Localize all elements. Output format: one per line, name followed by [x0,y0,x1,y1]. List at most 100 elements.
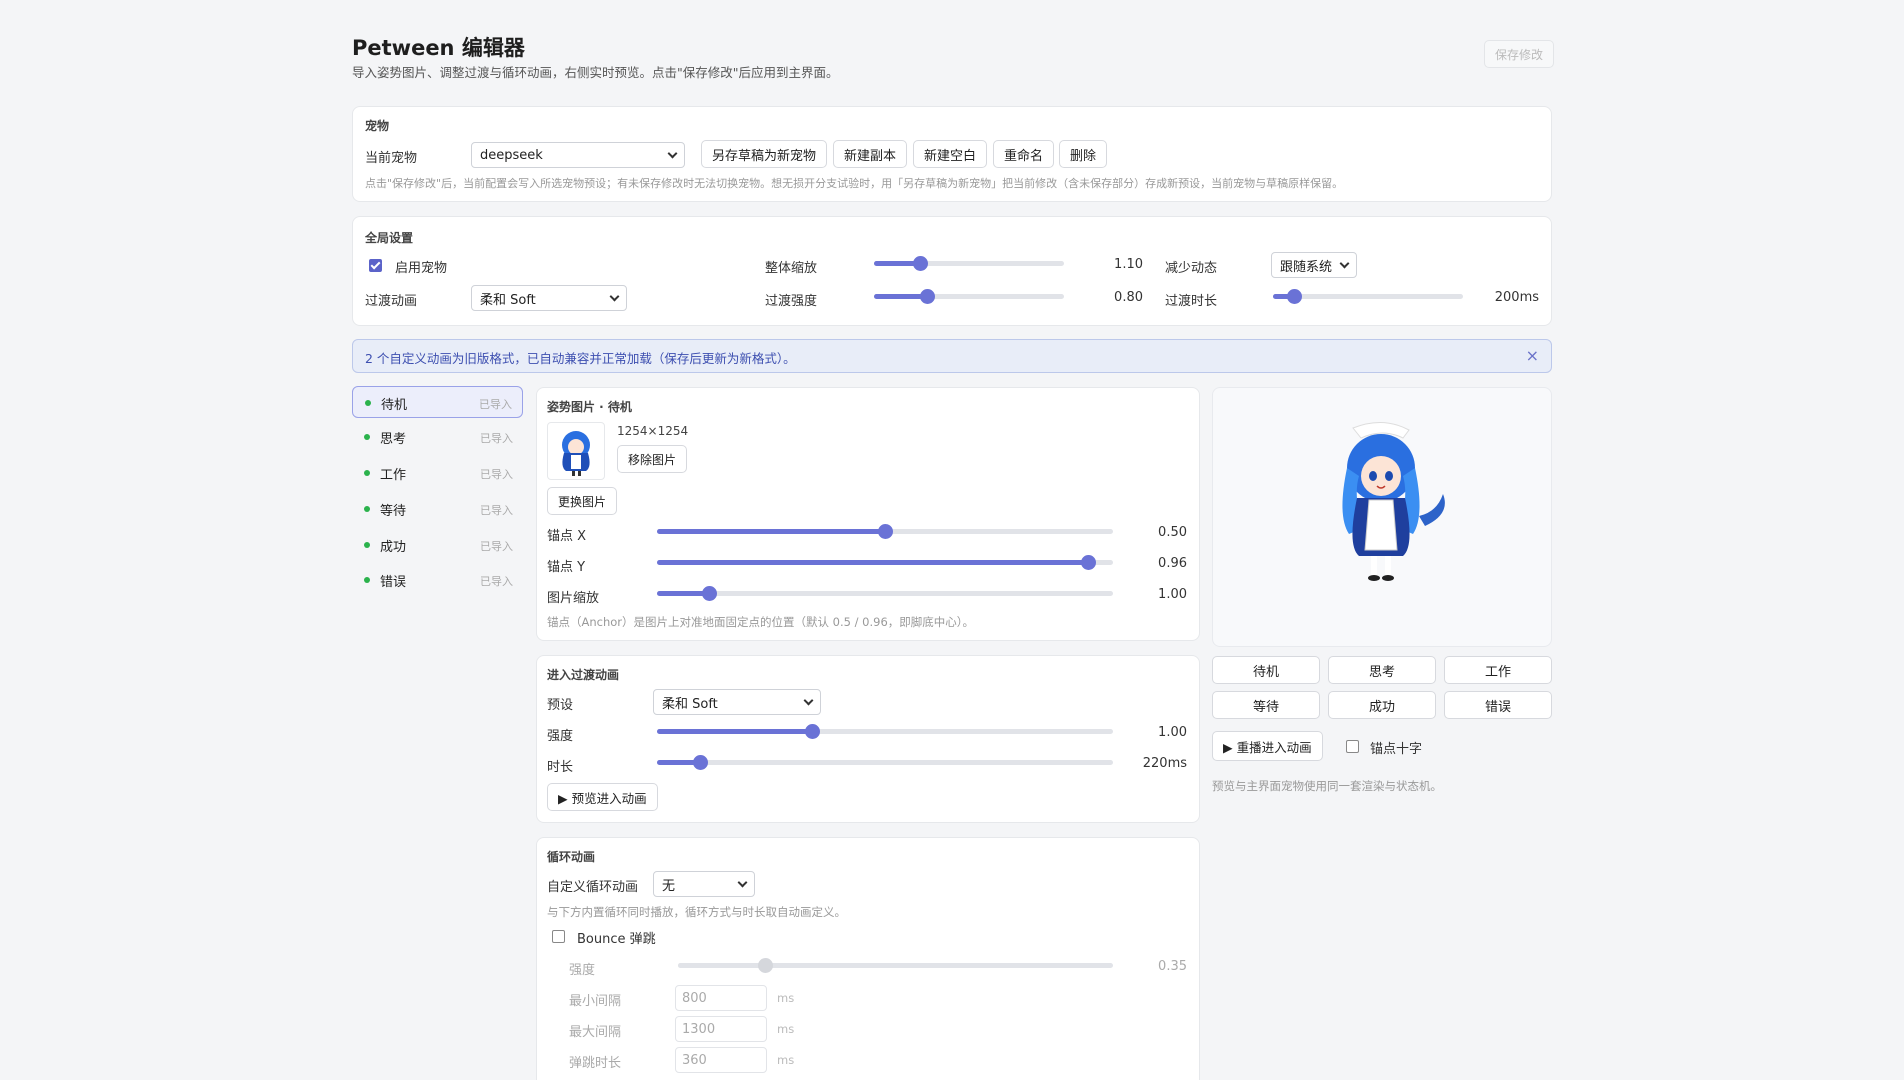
enable-pet-label: 启用宠物 [395,261,448,276]
pose-section-title: 姿势图片 · 待机 [547,400,632,414]
ms-unit: ms [777,1053,795,1067]
anchor-y-label: 锚点 Y [547,560,586,575]
status-dot [365,400,371,406]
bounce-strength-value: 0.35 [1158,959,1187,974]
slider-thumb[interactable] [693,755,709,770]
preview-state-button-success[interactable]: 成功 [1328,691,1436,719]
current-pet-value: deepseek [480,147,543,163]
preview-hint: 预览与主界面宠物使用同一套渲染与状态机。 [1212,779,1442,793]
duplicate-pet-button[interactable]: 新建副本 [833,140,908,168]
state-tag: 已导入 [480,575,513,588]
reduce-motion-label: 减少动态 [1165,261,1218,276]
state-name: 思考 [380,432,407,447]
slider-thumb[interactable] [1081,555,1097,570]
slider-thumb[interactable] [920,289,936,304]
replace-image-button[interactable]: 更换图片 [547,487,618,515]
strength-value: 0.80 [1114,290,1143,305]
enable-pet-checkbox[interactable] [369,259,382,272]
current-pet-label: 当前宠物 [365,151,418,166]
state-item-success[interactable]: 成功 已导入 [352,529,523,561]
strength-label: 过渡强度 [765,294,818,309]
custom-loop-select[interactable]: 无 [653,871,755,897]
loop-section-title: 循环动画 [547,850,596,864]
state-item-working[interactable]: 工作 已导入 [352,457,523,489]
loop-hint: 与下方内置循环同时播放，循环方式与时长取自动画定义。 [547,905,846,919]
preview-state-button-error[interactable]: 错误 [1444,691,1552,719]
loop-animation-card: 循环动画 自定义循环动画 无 与下方内置循环同时播放，循环方式与时长取自动画定义… [536,837,1200,1080]
alert-text: 2 个自定义动画为旧版格式，已自动兼容并正常加载（保存后更新为新格式）。 [365,351,796,366]
image-scale-slider[interactable] [657,582,1113,604]
crosshair-checkbox[interactable] [1346,740,1359,753]
preview-state-button-idle[interactable]: 待机 [1212,656,1320,684]
preview-state-button-thinking[interactable]: 思考 [1328,656,1436,684]
new-blank-pet-button[interactable]: 新建空白 [913,140,988,168]
enter-duration-slider[interactable] [657,751,1113,773]
chevron-down-icon [1339,258,1350,268]
image-size: 1254×1254 [617,424,689,438]
page-title: Petween 编辑器 [352,36,525,60]
state-tag: 已导入 [480,468,513,481]
save-button[interactable]: 保存修改 [1484,40,1555,68]
anchor-x-label: 锚点 X [547,529,587,544]
anchor-y-slider[interactable] [657,551,1113,573]
duration-value: 200ms [1494,290,1539,305]
delete-pet-button[interactable]: 删除 [1059,140,1108,168]
preview-state-button-working[interactable]: 工作 [1444,656,1552,684]
min-interval-input[interactable]: 800 [675,985,767,1011]
page-subtitle: 导入姿势图片、调整过渡与循环动画，右侧实时预览。点击"保存修改"后应用到主界面。 [352,65,839,80]
state-name: 工作 [380,468,407,483]
enter-duration-label: 时长 [547,760,574,775]
state-item-waiting[interactable]: 等待 已导入 [352,493,523,525]
state-item-thinking[interactable]: 思考 已导入 [352,421,523,453]
enter-preset-select[interactable]: 柔和 Soft [653,689,821,715]
slider-thumb[interactable] [1286,289,1302,304]
state-item-error[interactable]: 错误 已导入 [352,564,523,596]
enter-preset-label: 预设 [547,698,574,713]
ms-unit: ms [777,1022,795,1036]
slider-thumb[interactable] [878,524,893,539]
state-tag: 已导入 [479,398,512,411]
preview-enter-button[interactable]: ▶ 预览进入动画 [547,783,658,811]
reduce-motion-select[interactable]: 跟随系统 [1271,252,1357,278]
global-settings-card: 全局设置 启用宠物 过渡动画 柔和 Soft 整体缩放 1.10 过渡强度 0.… [352,216,1552,326]
anchor-x-value: 0.50 [1158,525,1187,540]
anchor-hint: 锚点（Anchor）是图片上对准地面固定点的位置（默认 0.5 / 0.96，即… [547,615,975,629]
duration-slider[interactable] [1273,285,1463,307]
bounce-label: Bounce 弹跳 [577,932,656,947]
slider-thumb[interactable] [912,256,928,271]
close-icon[interactable]: × [1526,346,1539,365]
custom-loop-label: 自定义循环动画 [547,880,639,895]
preview-state-button-waiting[interactable]: 等待 [1212,691,1320,719]
replay-enter-button[interactable]: ▶ 重播进入动画 [1212,731,1323,761]
enter-duration-value: 220ms [1142,756,1187,771]
slider-thumb[interactable] [702,586,718,601]
save-draft-as-new-button[interactable]: 另存草稿为新宠物 [701,140,828,168]
max-interval-input[interactable]: 1300 [675,1016,767,1042]
remove-image-button[interactable]: 移除图片 [617,445,688,473]
strength-slider[interactable] [874,285,1064,307]
bounce-duration-label: 弹跳时长 [569,1056,622,1071]
state-item-idle[interactable]: 待机 已导入 [352,386,523,418]
scale-value: 1.10 [1114,257,1143,272]
legacy-format-alert: 2 个自定义动画为旧版格式，已自动兼容并正常加载（保存后更新为新格式）。 × [352,339,1552,373]
chevron-down-icon [609,291,620,301]
status-dot [364,542,370,548]
ms-unit: ms [777,991,795,1005]
rename-pet-button[interactable]: 重命名 [993,140,1055,168]
scale-slider[interactable] [874,252,1064,274]
pose-thumbnail [547,422,605,480]
transition-select[interactable]: 柔和 Soft [471,285,627,311]
pet-preview-canvas [1212,387,1552,647]
anchor-x-slider[interactable] [657,520,1113,542]
slider-thumb[interactable] [758,958,773,973]
status-dot [364,434,370,440]
enter-strength-slider[interactable] [657,720,1113,742]
bounce-duration-input[interactable]: 360 [675,1047,767,1073]
duration-label: 过渡时长 [1165,294,1218,309]
bounce-strength-slider[interactable] [678,954,1113,976]
state-tag: 已导入 [480,432,513,445]
bounce-checkbox[interactable] [552,930,565,943]
slider-thumb[interactable] [805,724,821,739]
current-pet-select[interactable]: deepseek [471,142,685,168]
chevron-down-icon [737,877,748,887]
